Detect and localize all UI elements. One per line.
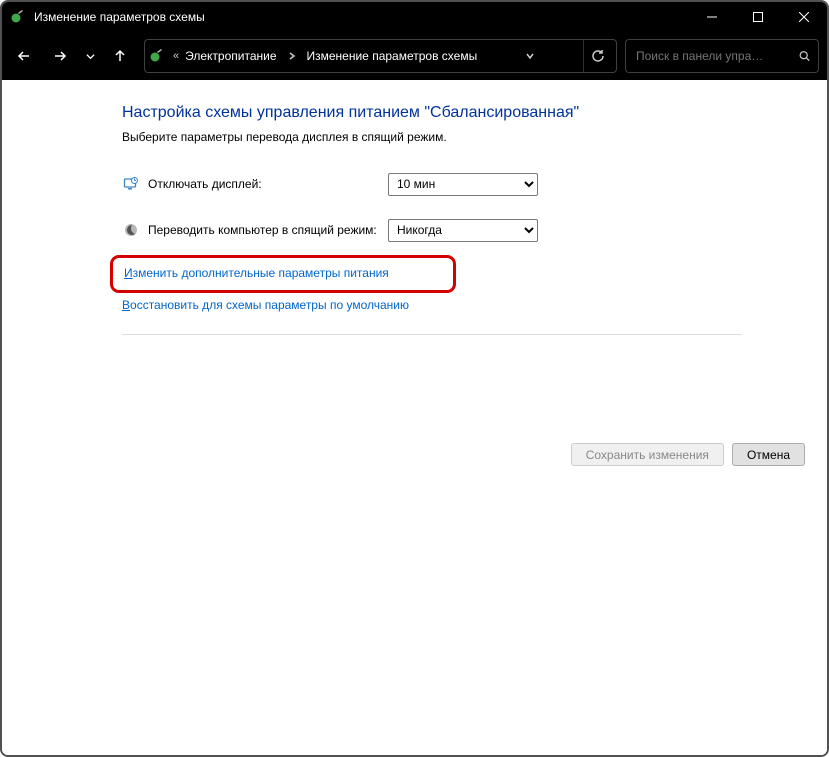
monitor-icon — [122, 175, 140, 193]
window: Изменение параметров схемы « Электропита… — [0, 0, 829, 757]
nav-bar: « Электропитание Изменение параметров сх… — [2, 32, 827, 80]
window-chrome: Изменение параметров схемы « Электропита… — [2, 2, 827, 80]
nav-back-button[interactable] — [8, 40, 40, 72]
search-icon — [799, 49, 810, 63]
nav-recent-button[interactable] — [80, 40, 100, 72]
row-display-off: Отключать дисплей: 10 мин — [122, 170, 787, 198]
moon-icon — [122, 221, 140, 239]
chevron-down-icon[interactable] — [521, 52, 539, 60]
breadcrumb-item-power[interactable]: Электропитание — [185, 49, 276, 63]
cancel-button[interactable]: Отмена — [732, 443, 805, 466]
display-off-select[interactable]: 10 мин — [388, 173, 538, 196]
separator — [122, 334, 742, 335]
refresh-button[interactable] — [583, 40, 612, 72]
title-bar: Изменение параметров схемы — [2, 2, 827, 32]
search-input[interactable] — [634, 48, 793, 64]
address-bar[interactable]: « Электропитание Изменение параметров сх… — [144, 39, 617, 73]
breadcrumb-item-scheme[interactable]: Изменение параметров схемы — [307, 49, 478, 63]
chevron-right-icon[interactable] — [283, 52, 301, 60]
page-heading: Настройка схемы управления питанием "Сба… — [122, 104, 787, 122]
nav-up-button[interactable] — [104, 40, 136, 72]
address-icon — [149, 48, 165, 64]
advanced-settings-link[interactable]: Изменить дополнительные параметры питани… — [122, 262, 391, 284]
footer-buttons: Сохранить изменения Отмена — [571, 443, 805, 466]
content-area: Настройка схемы управления питанием "Сба… — [2, 80, 827, 755]
window-title: Изменение параметров схемы — [34, 2, 689, 32]
nav-forward-button[interactable] — [44, 40, 76, 72]
close-button[interactable] — [781, 2, 827, 32]
links-block: Изменить дополнительные параметры питани… — [122, 262, 787, 312]
row-sleep: Переводить компьютер в спящий режим: Ник… — [122, 216, 787, 244]
maximize-button[interactable] — [735, 2, 781, 32]
advanced-link-wrap: Изменить дополнительные параметры питани… — [122, 262, 391, 284]
breadcrumb-prefix: « — [171, 50, 179, 62]
page-subtext: Выберите параметры перевода дисплея в сп… — [122, 130, 787, 144]
sleep-select[interactable]: Никогда — [388, 219, 538, 242]
window-controls — [689, 2, 827, 32]
sleep-label: Переводить компьютер в спящий режим: — [148, 223, 388, 237]
minimize-button[interactable] — [689, 2, 735, 32]
save-button: Сохранить изменения — [571, 443, 724, 466]
search-box[interactable] — [625, 39, 819, 73]
system-icon — [10, 9, 26, 25]
restore-defaults-link[interactable]: Восстановить для схемы параметры по умол… — [122, 298, 409, 312]
display-off-label: Отключать дисплей: — [148, 177, 388, 191]
